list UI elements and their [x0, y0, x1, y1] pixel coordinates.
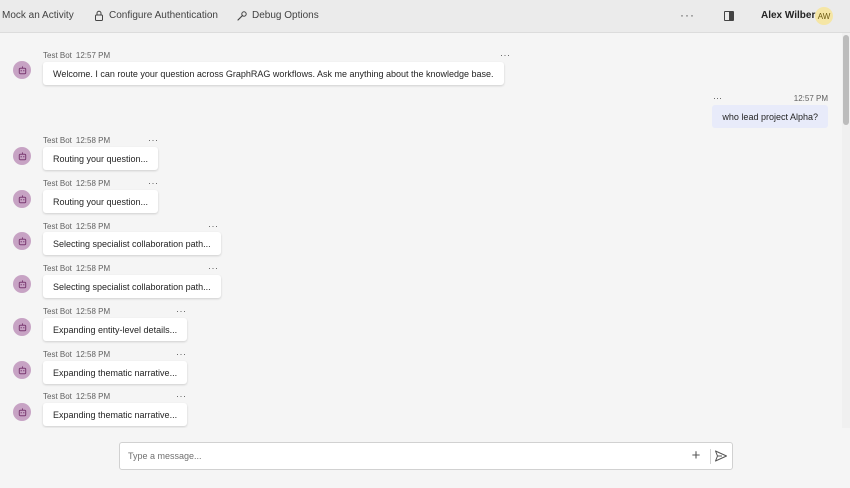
message-meta: Test Bot 12:58 PM	[43, 264, 110, 273]
message-options-icon[interactable]: ···	[208, 221, 219, 231]
message-meta: Test Bot 12:57 PM	[43, 51, 110, 60]
message-time: 12:58 PM	[75, 307, 111, 316]
mock-activity-label: Mock an Activity	[2, 10, 74, 21]
chat-scrollbar[interactable]	[842, 33, 850, 428]
bot-avatar-icon	[13, 190, 31, 208]
message-meta: Test Bot 12:58 PM	[43, 136, 110, 145]
scrollbar-thumb[interactable]	[843, 35, 849, 125]
sender-name: Test Bot	[43, 136, 72, 145]
message-composer: +	[119, 442, 733, 470]
message-time: 12:58 PM	[75, 222, 111, 231]
bot-message-bubble: Selecting specialist collaboration path.…	[43, 232, 221, 255]
bot-avatar-icon	[13, 61, 31, 79]
mock-activity-button[interactable]: Mock an Activity	[2, 10, 74, 21]
message-options-icon[interactable]: ···	[176, 391, 187, 401]
message-time: 12:58 PM	[75, 350, 111, 359]
bot-avatar-icon	[13, 275, 31, 293]
sender-name: Test Bot	[43, 392, 72, 401]
bot-message-bubble: Expanding thematic narrative...	[43, 403, 188, 426]
top-toolbar: Mock an Activity Configure Authenticatio…	[0, 0, 850, 33]
message-time: 12:58 PM	[75, 392, 111, 401]
message-options-icon[interactable]: ···	[148, 178, 159, 188]
message-meta: Test Bot 12:58 PM	[43, 307, 110, 316]
configure-authentication-label: Configure Authentication	[109, 10, 218, 21]
sender-name: Test Bot	[43, 51, 72, 60]
bot-message-bubble: Expanding entity-level details...	[43, 318, 188, 341]
message-time: 12:58 PM	[75, 179, 111, 188]
bot-message-bubble: Selecting specialist collaboration path.…	[43, 275, 221, 298]
toggle-panel-icon[interactable]	[724, 11, 734, 21]
bot-message-bubble: Routing your question...	[43, 190, 159, 213]
lock-icon	[95, 10, 103, 21]
wrench-icon	[237, 10, 247, 21]
sender-name: Test Bot	[43, 307, 72, 316]
debug-options-label: Debug Options	[252, 10, 319, 21]
send-icon[interactable]	[714, 449, 728, 463]
composer-divider	[710, 449, 711, 464]
debug-options-button[interactable]: Debug Options	[237, 10, 319, 21]
bot-avatar-icon	[13, 361, 31, 379]
configure-authentication-button[interactable]: Configure Authentication	[94, 10, 218, 21]
message-time: 12:57 PM	[75, 51, 111, 60]
chat-transcript: Test Bot 12:57 PM ··· Welcome. I can rout…	[0, 33, 842, 428]
message-time: 12:58 PM	[75, 136, 111, 145]
message-options-icon[interactable]: ···	[500, 50, 511, 60]
sender-name: Test Bot	[43, 179, 72, 188]
bot-message-bubble: Expanding thematic narrative...	[43, 361, 188, 384]
message-time: 12:57 PM	[793, 94, 828, 103]
user-avatar[interactable]: AW	[815, 7, 833, 25]
bot-message-bubble: Welcome. I can route your question acros…	[43, 62, 504, 85]
user-name: Alex Wilber	[761, 10, 816, 21]
message-meta: Test Bot 12:58 PM	[43, 179, 110, 188]
message-meta: Test Bot 12:58 PM	[43, 392, 110, 401]
sender-name: Test Bot	[43, 350, 72, 359]
sender-name: Test Bot	[43, 264, 72, 273]
bot-message-bubble: Routing your question...	[43, 147, 159, 170]
bot-avatar-icon	[13, 232, 31, 250]
bot-avatar-icon	[13, 318, 31, 336]
message-options-icon[interactable]: ···	[713, 93, 722, 103]
message-options-icon[interactable]: ···	[176, 349, 187, 359]
message-options-icon[interactable]: ···	[176, 306, 187, 316]
bot-avatar-icon	[13, 147, 31, 165]
bot-avatar-icon	[13, 403, 31, 421]
message-input[interactable]	[128, 443, 678, 469]
more-options-icon[interactable]: ···	[680, 8, 695, 22]
message-meta: Test Bot 12:58 PM	[43, 222, 110, 231]
sender-name: Test Bot	[43, 222, 72, 231]
message-options-icon[interactable]: ···	[208, 263, 219, 273]
message-time: 12:58 PM	[75, 264, 111, 273]
message-meta: Test Bot 12:58 PM	[43, 350, 110, 359]
message-options-icon[interactable]: ···	[148, 135, 159, 145]
add-attachment-icon[interactable]: +	[689, 448, 703, 463]
user-message-bubble: who lead project Alpha?	[712, 105, 828, 128]
